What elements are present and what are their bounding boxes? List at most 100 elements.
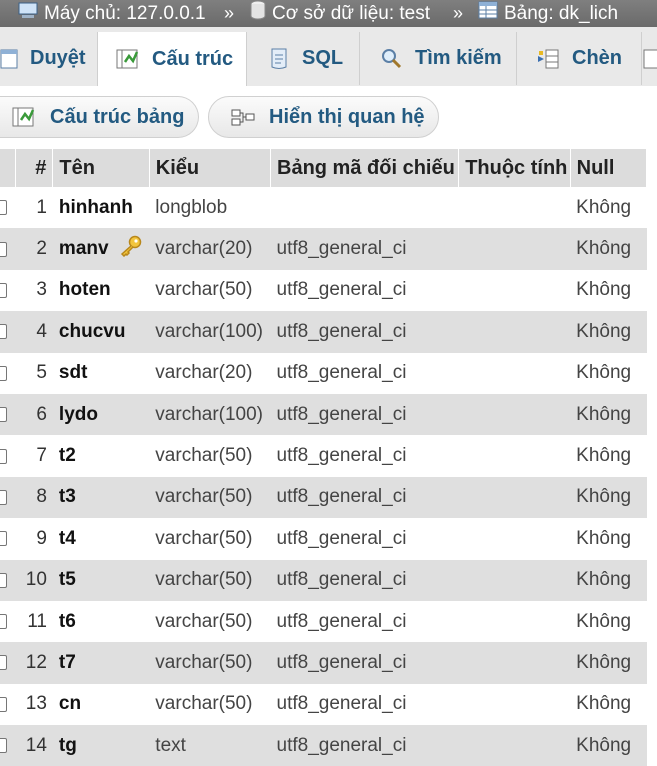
breadcrumb-table-label: Bảng: dk_lich <box>504 3 619 24</box>
name-column-header[interactable]: Tên <box>52 149 150 187</box>
table-row[interactable]: 9 t4 varchar(50) utf8_general_ci Không <box>0 518 647 560</box>
column-attributes <box>459 642 570 683</box>
row-checkbox[interactable] <box>0 489 7 505</box>
table-row[interactable]: 14 tg text utf8_general_ci Không <box>0 725 647 766</box>
column-type: text <box>155 734 186 756</box>
row-checkbox[interactable] <box>0 738 7 754</box>
tab-structure[interactable]: Cấu trúc <box>97 32 247 86</box>
table-row[interactable]: 6 lydo varchar(100) utf8_general_ci Không <box>0 393 647 436</box>
row-checkbox[interactable] <box>0 241 7 257</box>
row-checkbox[interactable] <box>0 572 7 588</box>
column-collation: utf8_general_ci <box>276 445 407 467</box>
table-row[interactable]: 10 t5 varchar(50) utf8_general_ci Không <box>0 559 647 601</box>
table-row[interactable]: 8 t3 varchar(50) utf8_general_ci Không <box>0 476 647 519</box>
row-checkbox[interactable] <box>0 200 7 216</box>
table-row[interactable]: 5 sdt varchar(20) utf8_general_ci Không <box>0 352 647 394</box>
row-select[interactable] <box>0 601 16 642</box>
column-attributes <box>459 311 570 352</box>
column-collation: utf8_general_ci <box>276 486 407 508</box>
breadcrumb-separator: » <box>224 3 235 23</box>
column-collation: utf8_general_ci <box>276 527 407 549</box>
column-type: varchar(20) <box>155 238 253 260</box>
column-type: varchar(50) <box>155 527 253 549</box>
num-column-header[interactable]: # <box>15 149 54 187</box>
row-select[interactable] <box>0 518 16 559</box>
column-type: varchar(20) <box>155 362 253 384</box>
row-select[interactable] <box>0 228 16 269</box>
row-select[interactable] <box>0 642 16 683</box>
select-column-header <box>0 149 17 187</box>
database-icon <box>250 0 266 27</box>
row-select[interactable] <box>0 353 16 394</box>
tab-search-label: Tìm kiếm <box>415 47 502 69</box>
column-attributes <box>459 270 570 311</box>
null-column-header[interactable]: Null <box>570 149 648 187</box>
table-header-row: # Tên Kiểu Bảng mã đối chiếu Thuộc tính … <box>0 149 648 187</box>
row-select[interactable] <box>0 270 16 311</box>
row-checkbox[interactable] <box>0 614 7 630</box>
table-row[interactable]: 3 hoten varchar(50) utf8_general_ci Không <box>0 269 647 312</box>
search-icon <box>381 48 403 70</box>
column-type: varchar(50) <box>155 610 253 632</box>
export-icon <box>643 48 657 70</box>
sql-icon <box>268 47 290 71</box>
attributes-column-header[interactable]: Thuộc tính <box>458 149 571 187</box>
row-number: 8 <box>36 486 47 508</box>
column-null: Không <box>576 693 632 715</box>
tab-insert[interactable]: Chèn <box>518 32 642 85</box>
column-null: Không <box>576 320 632 342</box>
tab-search[interactable]: Tìm kiếm <box>361 32 517 85</box>
column-collation: utf8_general_ci <box>276 403 407 425</box>
row-checkbox[interactable] <box>0 448 7 464</box>
row-select[interactable] <box>0 725 16 766</box>
column-name: t4 <box>58 527 76 549</box>
column-name-cell: sdt <box>53 353 149 394</box>
row-number: 7 <box>36 445 47 467</box>
row-select[interactable] <box>0 477 16 518</box>
sub-navigation: Cấu trúc bảng Hiển thị quan hệ <box>0 86 657 149</box>
row-checkbox[interactable] <box>0 282 7 298</box>
column-null: Không <box>576 610 632 632</box>
table-row[interactable]: 12 t7 varchar(50) utf8_general_ci Không <box>0 642 647 684</box>
row-select[interactable] <box>0 394 16 435</box>
column-name: hinhanh <box>58 196 133 218</box>
column-name: t6 <box>58 610 76 632</box>
breadcrumb-database[interactable]: Cơ sở dữ liệu: test <box>250 0 430 27</box>
row-number: 9 <box>36 527 47 549</box>
breadcrumb-database-label: Cơ sở dữ liệu: test <box>272 3 431 24</box>
type-column-header[interactable]: Kiểu <box>149 149 272 187</box>
table-row[interactable]: 4 chucvu varchar(100) utf8_general_ci Không <box>0 311 647 353</box>
tab-sql[interactable]: SQL <box>248 32 360 85</box>
row-select[interactable] <box>0 187 16 228</box>
structure-icon <box>12 106 36 128</box>
breadcrumb-server[interactable]: Máy chủ: 127.0.0.1 <box>18 0 206 27</box>
row-checkbox[interactable] <box>0 655 7 671</box>
column-name-cell: chucvu <box>53 311 149 352</box>
tab-browse[interactable]: Duyệt <box>0 32 107 85</box>
column-attributes <box>459 684 570 725</box>
relation-view-button[interactable]: Hiển thị quan hệ <box>208 96 439 138</box>
row-select[interactable] <box>0 435 16 476</box>
table-row[interactable]: 1 hinhanh longblob Không <box>0 187 647 229</box>
row-checkbox[interactable] <box>0 365 7 381</box>
row-select[interactable] <box>0 684 16 725</box>
row-number: 11 <box>27 610 47 632</box>
row-checkbox[interactable] <box>0 324 7 340</box>
tab-insert-label: Chèn <box>572 47 622 69</box>
row-checkbox[interactable] <box>0 531 7 547</box>
table-row[interactable]: 13 cn varchar(50) utf8_general_ci Không <box>0 683 647 726</box>
breadcrumb-table[interactable]: Bảng: dk_lich <box>478 0 618 27</box>
row-select[interactable] <box>0 560 16 601</box>
column-null: Không <box>576 403 632 425</box>
tab-more[interactable] <box>643 32 657 85</box>
table-row[interactable]: 2 manv varchar(20) utf8_general_ci Không <box>0 228 647 270</box>
row-checkbox[interactable] <box>0 696 7 712</box>
collation-column-header[interactable]: Bảng mã đối chiếu <box>270 149 460 187</box>
row-select[interactable] <box>0 311 16 352</box>
table-row[interactable]: 11 t6 varchar(50) utf8_general_ci Không <box>0 600 647 643</box>
column-collation: utf8_general_ci <box>276 238 407 260</box>
row-checkbox[interactable] <box>0 407 7 423</box>
insert-icon <box>536 48 560 70</box>
table-structure-button[interactable]: Cấu trúc bảng <box>0 96 199 138</box>
table-row[interactable]: 7 t2 varchar(50) utf8_general_ci Không <box>0 435 647 477</box>
